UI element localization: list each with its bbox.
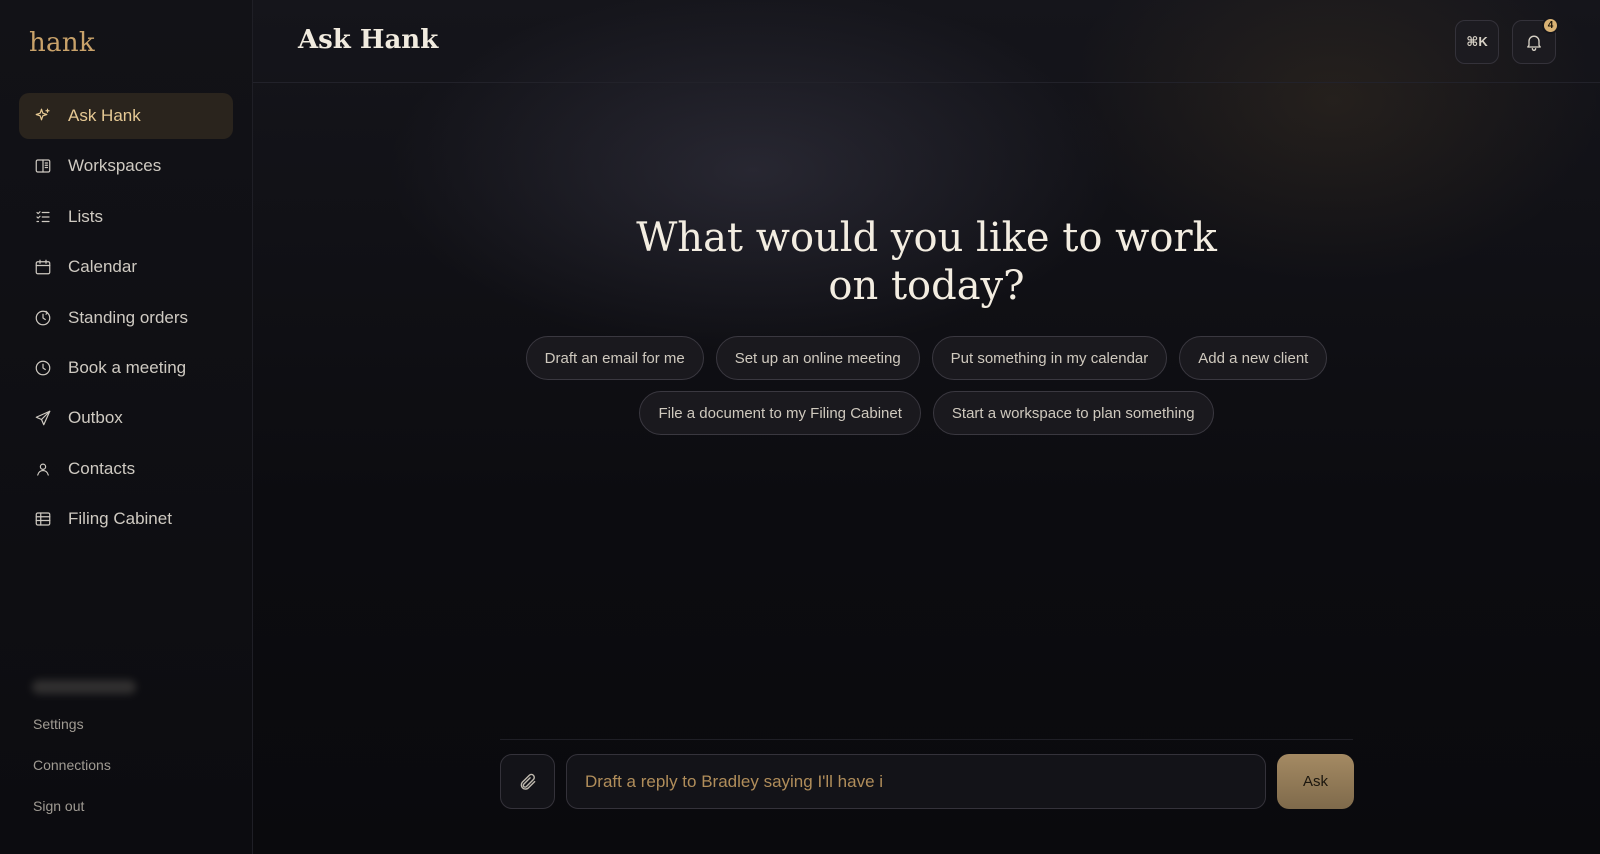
sidebar-item-label: Lists (68, 206, 103, 226)
calendar-icon (34, 258, 52, 276)
attach-button[interactable] (500, 754, 555, 809)
sidebar-item-label: Contacts (68, 458, 136, 478)
app-logo[interactable]: hank (29, 28, 95, 58)
sidebar-item-calendar[interactable]: Calendar (19, 244, 233, 290)
page-title: Ask Hank (298, 25, 439, 55)
suggestion-chip[interactable]: Start a workspace to plan something (932, 391, 1214, 435)
sidebar-item-label: Book a meeting (68, 357, 187, 377)
sidebar-item-label: Calendar (68, 257, 137, 277)
suggestions-row-2: File a document to my Filing Cabinet Sta… (253, 391, 1600, 435)
suggestion-chip[interactable]: Put something in my calendar (931, 336, 1168, 380)
sidebar-item-label: Outbox (68, 408, 123, 428)
ask-button[interactable]: Ask (1277, 754, 1354, 809)
notifications-button[interactable]: 4 (1512, 17, 1559, 64)
sidebar-item-ask-hank[interactable]: Ask Hank (19, 93, 233, 139)
sidebar-item-outbox[interactable]: Outbox (19, 395, 233, 441)
settings-link[interactable]: Settings (33, 716, 84, 732)
prompt-input[interactable] (566, 754, 1266, 809)
suggestion-chip[interactable]: Add a new client (1179, 336, 1328, 380)
hero-line-1: What would you like to work (636, 215, 1217, 261)
cabinet-icon (34, 510, 52, 528)
sidebar-nav: Ask Hank Workspaces Lists Calendar Stand… (19, 93, 233, 547)
sidebar-item-label: Filing Cabinet (68, 509, 172, 529)
suggestions-row-1: Draft an email for me Set up an online m… (253, 336, 1600, 380)
user-icon (34, 460, 52, 478)
user-email-redacted (32, 680, 136, 694)
suggestion-chip[interactable]: File a document to my Filing Cabinet (639, 391, 921, 435)
bell-icon (1524, 32, 1544, 52)
send-icon (34, 409, 52, 427)
recurring-icon (34, 309, 52, 327)
checklist-icon (34, 208, 52, 226)
sidebar-item-label: Standing orders (68, 307, 189, 327)
hero-heading: What would you like to work on today? (253, 214, 1600, 310)
book-icon (34, 157, 52, 175)
clock-icon (34, 359, 52, 377)
sidebar-item-book-a-meeting[interactable]: Book a meeting (19, 345, 233, 391)
connections-link[interactable]: Connections (33, 757, 111, 773)
notification-badge: 4 (1542, 17, 1559, 34)
command-palette-button[interactable]: ⌘K (1455, 20, 1499, 64)
page-header: Ask Hank ⌘K 4 (253, 0, 1600, 83)
sidebar-item-label: Ask Hank (68, 106, 141, 125)
sidebar-item-lists[interactable]: Lists (19, 194, 233, 240)
paperclip-icon (518, 772, 538, 792)
sidebar: hank Ask Hank Workspaces Lists Calendar (0, 0, 253, 854)
sidebar-item-filing-cabinet[interactable]: Filing Cabinet (19, 496, 233, 542)
composer-divider (500, 739, 1353, 740)
suggestion-chip[interactable]: Draft an email for me (525, 336, 704, 380)
suggestion-chip[interactable]: Set up an online meeting (715, 336, 920, 380)
sidebar-item-label: Workspaces (68, 156, 162, 176)
shortcut-label: ⌘K (1466, 34, 1488, 49)
sidebar-item-contacts[interactable]: Contacts (19, 446, 233, 492)
hero-line-2: on today? (828, 263, 1025, 309)
sign-out-link[interactable]: Sign out (33, 798, 84, 814)
sidebar-item-standing-orders[interactable]: Standing orders (19, 295, 233, 341)
sidebar-item-workspaces[interactable]: Workspaces (19, 143, 233, 189)
main-area: Ask Hank ⌘K 4 What would you like to wor… (253, 0, 1600, 854)
sparkle-icon (34, 107, 52, 125)
